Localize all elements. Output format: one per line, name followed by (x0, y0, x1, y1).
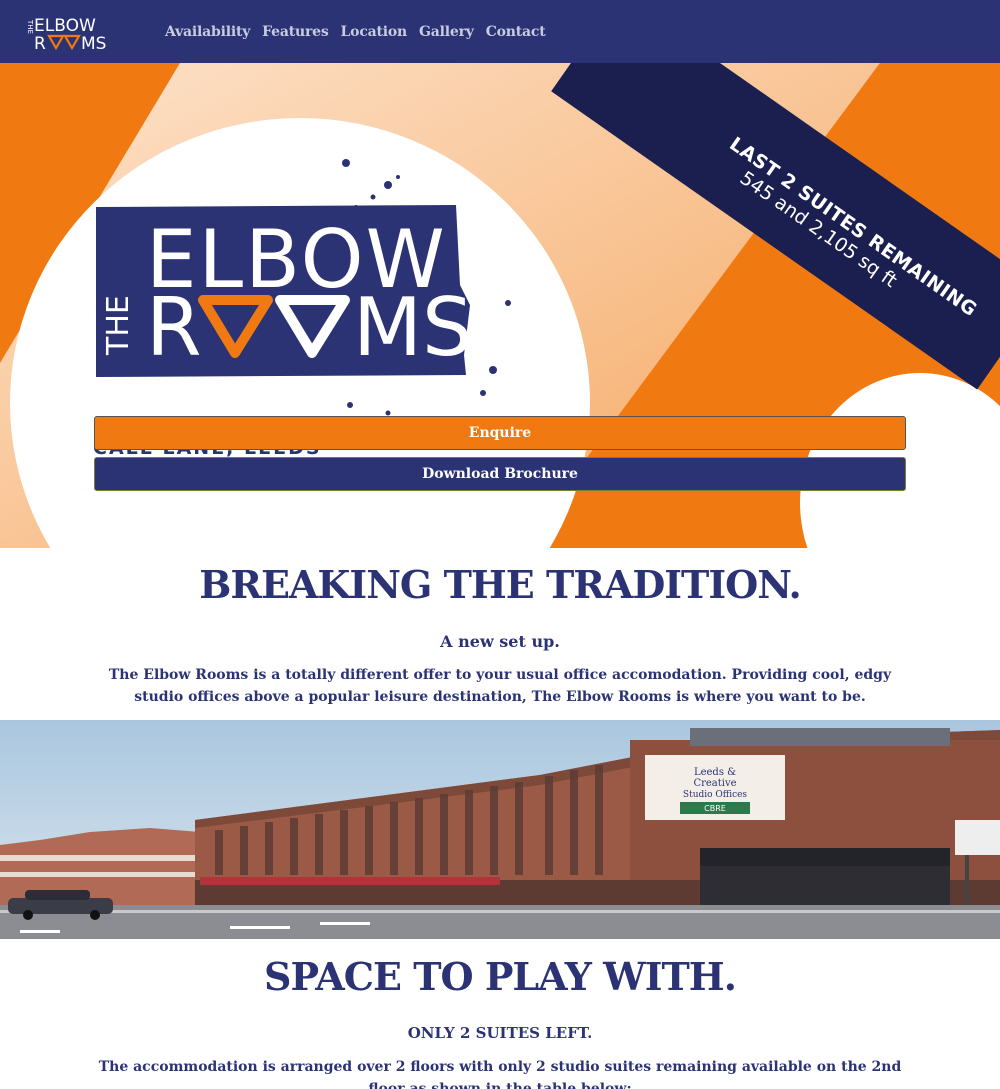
svg-text:Leeds &: Leeds & (694, 767, 736, 778)
nav-link-availability[interactable]: Availability (165, 24, 250, 40)
main-nav: Availability Features Location Gallery C… (165, 0, 546, 63)
nav-link-gallery[interactable]: Gallery (419, 24, 474, 40)
hero-section: LAST 2 SUITES REMAINING 545 and 2,105 sq… (0, 63, 1000, 548)
enquire-button[interactable]: Enquire (94, 416, 906, 450)
section-intro-paragraph: The Elbow Rooms is a totally different o… (108, 667, 892, 705)
logo-elbow-text: ELBOW (34, 16, 96, 36)
logo-triangle-icon (63, 34, 81, 51)
section-heading-breaking-tradition: BREAKING THE TRADITION. (199, 562, 802, 607)
section-subheading-new-setup: A new set up. (440, 632, 560, 651)
logo-triangle-icon (47, 34, 65, 51)
section-subheading-suites-left: ONLY 2 SUITES LEFT. (407, 1024, 593, 1042)
hero-logo-rooms-ms: MS (353, 281, 473, 374)
logo-the-text: THE (26, 19, 34, 34)
svg-text:MS: MS (81, 34, 106, 52)
hero-logo-rooms-r: R (146, 281, 202, 374)
section-heading-space-to-play: SPACE TO PLAY WITH. (264, 954, 737, 999)
svg-text:Studio Offices: Studio Offices (683, 790, 748, 800)
nav-link-features[interactable]: Features (262, 24, 329, 40)
nav-link-location[interactable]: Location (341, 24, 408, 40)
top-navbar: THE ELBOW R MS Availability Features Loc… (0, 0, 1000, 63)
download-brochure-button[interactable]: Download Brochure (94, 457, 906, 491)
svg-text:Creative: Creative (693, 778, 736, 789)
elbow-rooms-logo[interactable]: THE ELBOW R MS (22, 12, 118, 52)
svg-text:CBRE: CBRE (704, 804, 726, 813)
building-photo: Leeds & Creative Studio Offices CBRE (0, 720, 1000, 939)
section-accommodation-paragraph: The accommodation is arranged over 2 flo… (98, 1059, 902, 1089)
logo-rooms-text: R (34, 34, 46, 52)
hero-logo-the: THE (101, 295, 136, 356)
nav-link-contact[interactable]: Contact (486, 24, 546, 40)
